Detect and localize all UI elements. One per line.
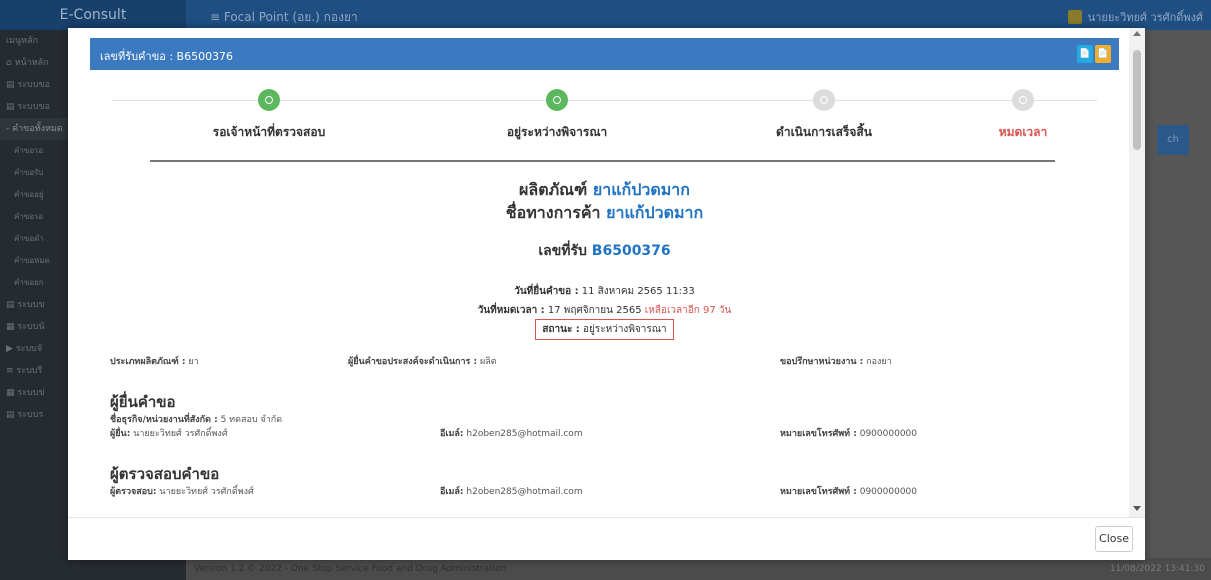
applicant-email-value: h2oben285@hotmail.com xyxy=(466,429,583,439)
agency-label: ขอปรึกษาหน่วยงาน : xyxy=(780,357,864,367)
modal-header: เลขที่รับคำขอ : B6500376 📄 📄 xyxy=(90,38,1119,70)
product-type-value: ยา xyxy=(188,357,199,367)
step-3-label: ดำเนินการเสร็จสิ้น xyxy=(776,125,872,139)
reviewer-name-label: ผู้ตรวจสอบ: xyxy=(110,487,157,497)
reviewer-email-label: อีเมล์: xyxy=(440,487,464,497)
submit-date-line: วันที่ยื่นคำขอ : 11 สิงหาคม 2565 11:33 xyxy=(90,284,1119,299)
footer-version: Version 1.2 © 2022 - One Stop Service Fo… xyxy=(194,564,507,574)
scroll-thumb[interactable] xyxy=(1133,50,1141,150)
divider xyxy=(150,160,1055,162)
step-4-icon xyxy=(1012,89,1034,111)
applicant-phone-value: 0900000000 xyxy=(859,429,917,439)
expire-date-label: วันที่หมดเวลา : xyxy=(477,305,545,316)
user-name: นายยะวิทยศ์ วรศักดิ์พงศ์ xyxy=(1087,11,1203,24)
request-detail-modal: เลขที่รับคำขอ : B6500376 📄 📄 รอเจ้าหน้าท… xyxy=(68,28,1145,560)
status-badge: สถานะ : อยู่ระหว่างพิจารณา xyxy=(535,319,674,340)
modal-body[interactable]: รอเจ้าหน้าที่ตรวจสอบ อยู่ระหว่างพิจารณา … xyxy=(90,70,1119,517)
submit-date-value: 11 สิงหาคม 2565 11:33 xyxy=(581,286,695,297)
trade-name-value: ยาแก้ปวดมาก xyxy=(606,203,704,222)
reviewer-phone-value: 0900000000 xyxy=(859,487,917,497)
purpose-label: ผู้ยื่นคำขอประสงค์จะดำเนินการ : xyxy=(348,357,478,367)
product-line: ผลิตภัณฑ์ ยาแก้ปวดมาก xyxy=(90,178,1119,203)
receive-number-label: เลขที่รับ xyxy=(538,243,587,259)
step-2-icon xyxy=(546,89,568,111)
modal-title: เลขที่รับคำขอ : B6500376 xyxy=(100,50,234,63)
submit-date-label: วันที่ยื่นคำขอ : xyxy=(514,286,579,297)
applicant-section-title: ผู้ยื่นคำขอ xyxy=(110,393,176,411)
product-label: ผลิตภัณฑ์ xyxy=(519,180,588,199)
step-2-label: อยู่ระหว่างพิจารณา xyxy=(506,125,608,139)
status-label: สถานะ : xyxy=(542,324,580,335)
document-icon-button[interactable]: 📄 xyxy=(1077,45,1093,63)
user-avatar xyxy=(1067,10,1082,24)
step-4-label: หมดเวลา xyxy=(998,125,1048,139)
scroll-down-icon[interactable] xyxy=(1133,506,1141,511)
applicant-name-label: ผู้ยื่น: xyxy=(110,429,131,439)
applicant-phone-label: หมายเลขโทรศัพท์ : xyxy=(780,429,857,439)
app-topbar: E-Consult ≡ Focal Point (อย.) กองยา นายย… xyxy=(0,0,1211,30)
remaining-time: เหลือเวลาอีก 97 วัน xyxy=(644,305,732,316)
app-brand[interactable]: E-Consult xyxy=(0,0,186,30)
applicant-name-value: นายยะวิทยศ์ วรศักดิ์พงศ์ xyxy=(133,429,228,439)
product-value: ยาแก้ปวดมาก xyxy=(592,180,690,199)
pdf-icon-button[interactable]: 📄 xyxy=(1095,45,1111,63)
modal-scrollbar[interactable] xyxy=(1129,28,1145,517)
reviewer-section-title: ผู้ตรวจสอบคำขอ xyxy=(110,465,220,483)
company-label: ชื่อธุรกิจ/หน่วยงานที่สังกัด : xyxy=(110,415,218,425)
company-value: 5 ทดสอบ จำกัด xyxy=(220,415,283,425)
footer-timestamp: 11/08/2022 13:41:30 xyxy=(1109,564,1205,574)
topbar-title[interactable]: ≡ Focal Point (อย.) กองยา xyxy=(210,8,358,27)
status-value: อยู่ระหว่างพิจารณา xyxy=(583,324,667,335)
step-1-icon xyxy=(258,89,280,111)
close-button[interactable]: Close xyxy=(1095,526,1133,552)
step-1-label: รอเจ้าหน้าที่ตรวจสอบ xyxy=(212,125,326,139)
agency-value: กองยา xyxy=(866,357,892,367)
user-menu[interactable]: นายยะวิทยศ์ วรศักดิ์พงศ์ xyxy=(1067,8,1203,26)
receive-number-value: B6500376 xyxy=(591,243,671,259)
scroll-up-icon[interactable] xyxy=(1133,31,1141,36)
app-footer: Version 1.2 © 2022 - One Stop Service Fo… xyxy=(186,558,1211,580)
trade-name-label: ชื่อทางการค้า xyxy=(505,203,601,222)
applicant-email-label: อีเมล์: xyxy=(440,429,464,439)
product-type-label: ประเภทผลิตภัณฑ์ : xyxy=(110,357,186,367)
status-line: สถานะ : อยู่ระหว่างพิจารณา xyxy=(90,319,1119,340)
reviewer-name-value: นายยะวิทยศ์ วรศักดิ์พงศ์ xyxy=(159,487,254,497)
receive-number-line: เลขที่รับ B6500376 xyxy=(90,240,1119,262)
expire-date-line: วันที่หมดเวลา : 17 พฤศจิกายน 2565 เหลือเ… xyxy=(90,303,1119,318)
expire-date-value: 17 พฤศจิกายน 2565 xyxy=(547,305,642,316)
search-button[interactable]: ch xyxy=(1157,125,1189,155)
step-3-icon xyxy=(813,89,835,111)
purpose-value: ผลิต xyxy=(479,357,497,367)
trade-name-line: ชื่อทางการค้า ยาแก้ปวดมาก xyxy=(90,201,1119,226)
reviewer-phone-label: หมายเลขโทรศัพท์ : xyxy=(780,487,857,497)
modal-footer: Close xyxy=(68,517,1145,560)
reviewer-email-value: h2oben285@hotmail.com xyxy=(466,487,583,497)
